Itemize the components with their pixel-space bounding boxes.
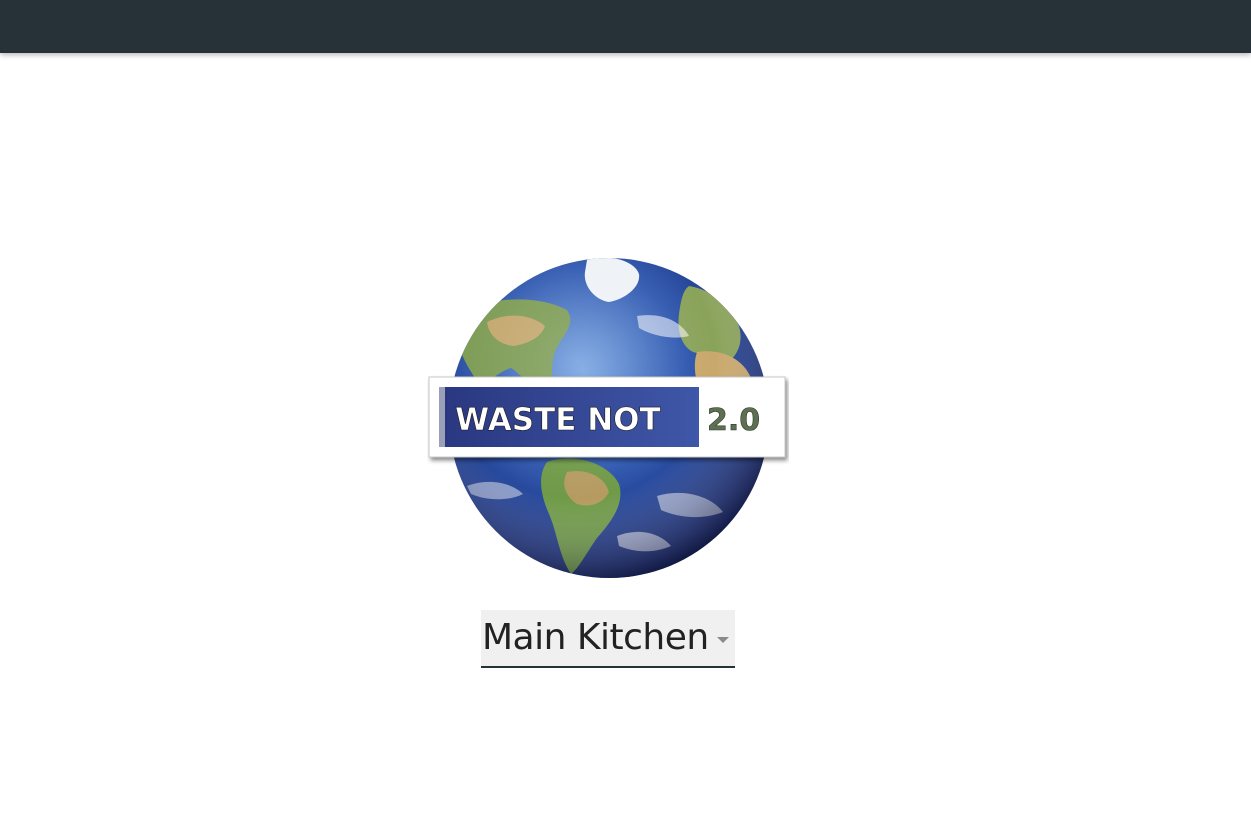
logo-version-text: 2.0 [707,403,760,438]
kitchen-select-value: Main Kitchen [482,617,709,658]
caret-down-icon [716,637,729,643]
earth-globe-icon: WASTE NOT 2.0 [428,258,786,578]
logo-main-text: WASTE NOT [455,402,661,438]
kitchen-select[interactable]: Main Kitchen [481,610,735,668]
waste-not-logo: WASTE NOT 2.0 [427,256,789,580]
top-app-bar [0,0,1251,53]
